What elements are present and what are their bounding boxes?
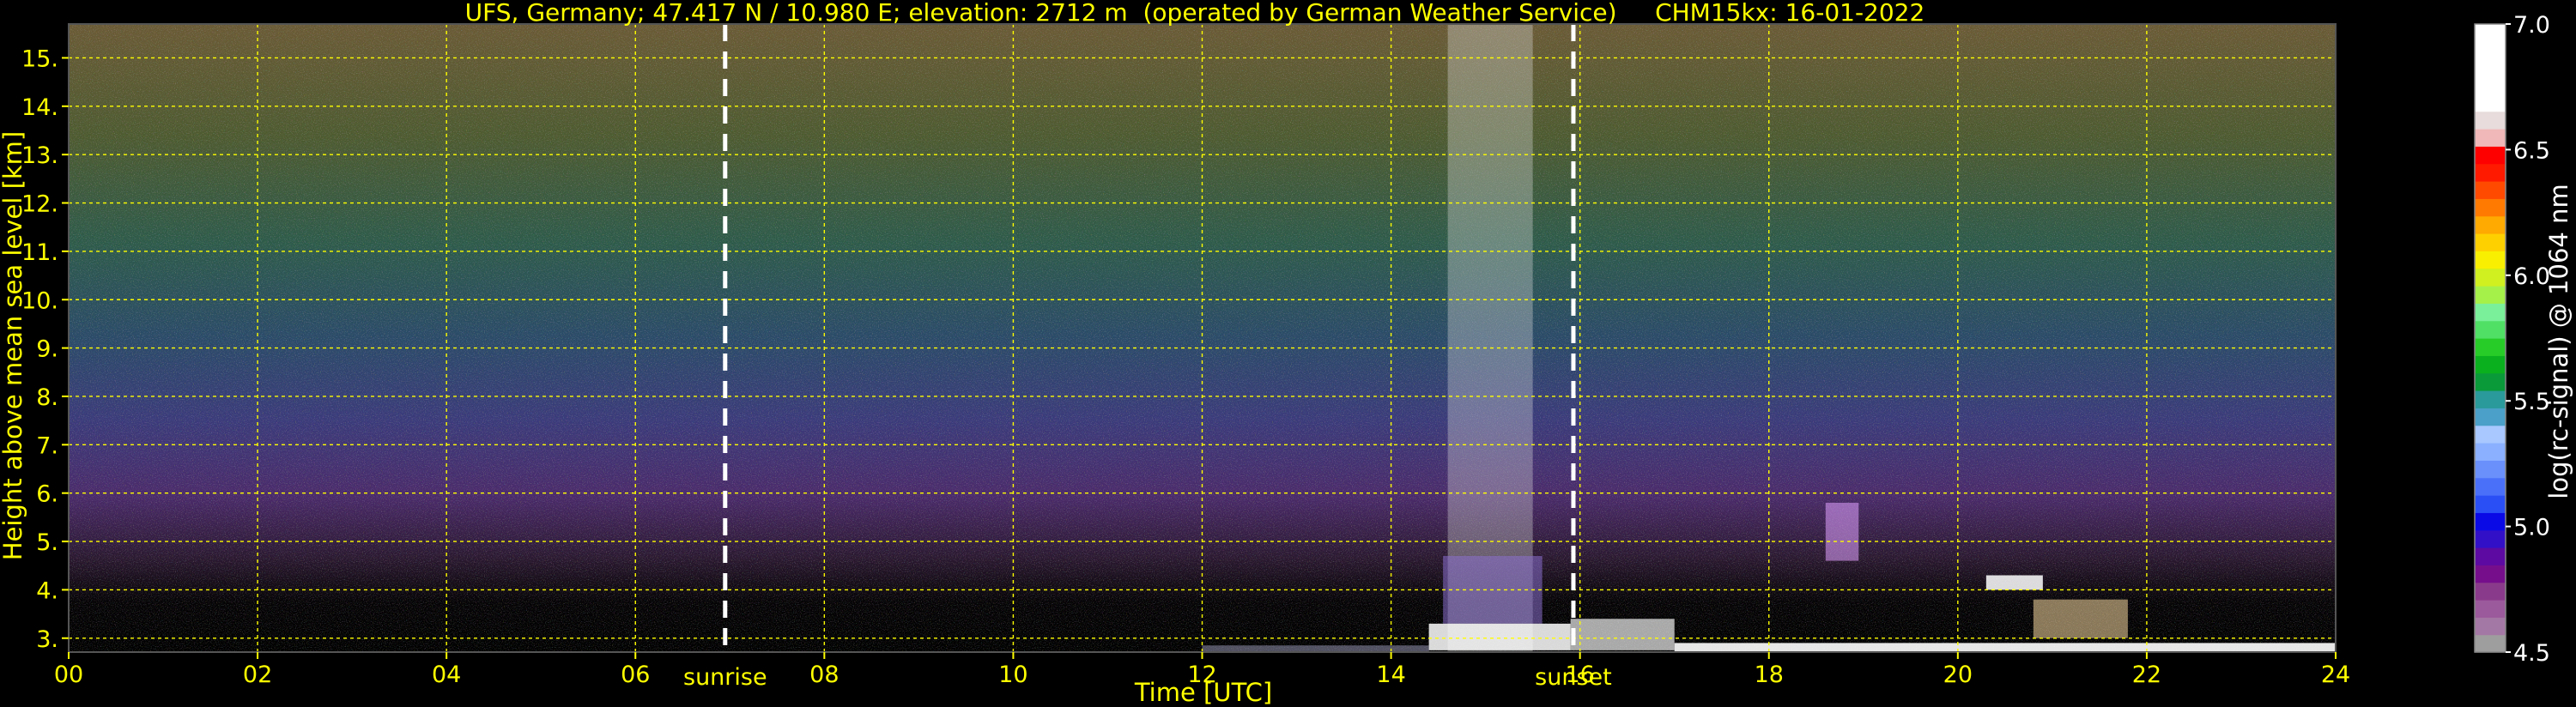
colorbar-swatch: [2475, 41, 2506, 60]
lidar-chart: 3.4.5.6.7.8.9.10.11.12.13.14.15. 00 02 04 0…: [0, 0, 2573, 707]
cloud-feature: [1570, 619, 1675, 650]
sun-marker-label: sunset: [1535, 664, 1612, 691]
colorbar-swatch: [2475, 24, 2506, 42]
colorbar-swatch: [2475, 111, 2506, 130]
cloud-feature: [1674, 643, 2336, 651]
x-tick-label: 00: [54, 662, 83, 688]
x-tick-label: 14: [1376, 662, 1405, 688]
x-axis-label: Time [UTC]: [1134, 678, 1272, 707]
y-tick-label: 9.: [36, 336, 58, 363]
y-tick-label: 5.: [36, 529, 58, 556]
colorbar-swatch: [2475, 355, 2506, 374]
colorbar-swatch: [2475, 58, 2506, 77]
colorbar-swatch: [2475, 338, 2506, 356]
y-tick-label: 7.: [36, 432, 58, 459]
colorbar-swatch: [2475, 512, 2506, 531]
colorbar-swatch: [2475, 163, 2506, 182]
colorbar-tick-label: 6.5: [2513, 137, 2550, 164]
y-tick-label: 14.: [21, 94, 58, 121]
colorbar-swatch: [2475, 582, 2506, 601]
sun-marker-label: sunrise: [683, 664, 767, 691]
colorbar-swatch: [2475, 529, 2506, 548]
x-tick-label: 06: [621, 662, 650, 688]
x-tick-label: 24: [2321, 662, 2350, 688]
colorbar-swatch: [2475, 634, 2506, 653]
cloud-feature: [1202, 645, 1429, 651]
plot-area: [68, 23, 2337, 653]
x-tick-label: 10: [998, 662, 1027, 688]
x-tick-label: 22: [2132, 662, 2161, 688]
colorbar-swatch: [2475, 320, 2506, 339]
y-tick-label: 6.: [36, 481, 58, 508]
cloud-feature: [2033, 599, 2128, 638]
colorbar-swatch: [2475, 181, 2506, 199]
colorbar-swatch: [2475, 198, 2506, 217]
colorbar-tick-label: 5.0: [2513, 515, 2550, 541]
colorbar-swatch: [2475, 268, 2506, 287]
colorbar-swatch: [2475, 460, 2506, 479]
colorbar-swatch: [2475, 215, 2506, 234]
y-tick-label: 4.: [36, 577, 58, 604]
y-tick-label: 15.: [21, 45, 58, 72]
x-tick-label: 02: [243, 662, 272, 688]
colorbar-swatch: [2475, 286, 2506, 304]
y-axis-label: Height above mean sea level [km]: [0, 131, 27, 560]
colorbar-swatch: [2475, 303, 2506, 322]
colorbar-swatch: [2475, 146, 2506, 165]
cloud-feature: [1985, 575, 2043, 590]
y-tick-label: 8.: [36, 384, 58, 411]
chart-title: UFS, Germany; 47.417 N / 10.980 E; eleva…: [465, 0, 1925, 27]
x-tick-label: 08: [809, 662, 839, 688]
colorbar-swatch: [2475, 233, 2506, 251]
colorbar-swatch: [2475, 94, 2506, 112]
y-axis-ticks: 3.4.5.6.7.8.9.10.11.12.13.14.15.: [21, 45, 69, 653]
colorbar-swatch: [2475, 425, 2506, 444]
colorbar-swatch: [2475, 251, 2506, 269]
colorbar-swatch: [2475, 617, 2506, 636]
x-tick-label: 04: [432, 662, 461, 688]
cloud-feature: [1825, 502, 1859, 561]
colorbar-swatch: [2475, 390, 2506, 408]
colorbar-swatch: [2475, 547, 2506, 565]
colorbar: [2474, 23, 2506, 653]
cloud-feature: [1428, 623, 1571, 650]
colorbar-swatch: [2475, 495, 2506, 513]
y-tick-label: 3.: [36, 626, 58, 653]
backscatter-noise: [69, 24, 2336, 652]
colorbar-swatch: [2475, 477, 2506, 496]
colorbar-swatch: [2475, 129, 2506, 147]
x-tick-label: 20: [1943, 662, 1973, 688]
x-tick-label: 18: [1755, 662, 1784, 688]
colorbar-label: log(rc-signal) @ 1064 nm: [2544, 184, 2573, 499]
colorbar-swatch: [2475, 600, 2506, 618]
colorbar-swatch: [2475, 372, 2506, 391]
colorbar-tick-label: 7.0: [2513, 12, 2550, 39]
colorbar-swatch: [2475, 408, 2506, 426]
colorbar-swatch: [2475, 443, 2506, 461]
colorbar-swatch: [2475, 76, 2506, 94]
colorbar-tick-label: 4.5: [2513, 640, 2550, 667]
colorbar-swatch: [2475, 565, 2506, 583]
